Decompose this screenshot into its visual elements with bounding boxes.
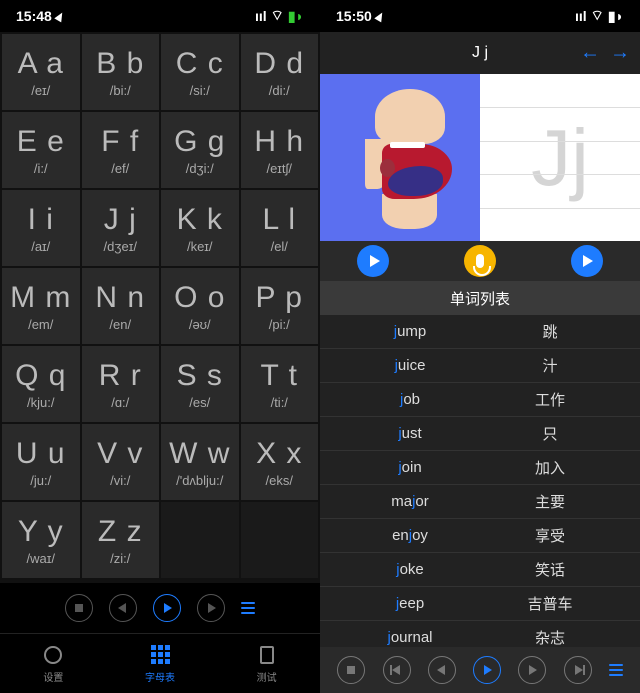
tab-bar: 设置 字母表 测试 bbox=[0, 633, 320, 693]
bottom-player bbox=[320, 647, 640, 693]
alphabet-screen: 15:48 ııl ⌔ ▮◗ A a/eɪ/B b/bi:/C c/si:/D … bbox=[0, 0, 320, 693]
letter-cell-w[interactable]: W w/'dʌblju:/ bbox=[161, 424, 239, 500]
letter-cell-n[interactable]: N n/en/ bbox=[82, 268, 160, 344]
letter-cell-l[interactable]: L l/el/ bbox=[241, 190, 319, 266]
letter-cell-c[interactable]: C c/si:/ bbox=[161, 34, 239, 110]
word-row[interactable]: jump跳 bbox=[320, 315, 640, 349]
letter-cell-u[interactable]: U u/ju:/ bbox=[2, 424, 80, 500]
status-icons: ııl ⌔ ▮◗ bbox=[575, 7, 624, 25]
player-bar bbox=[0, 583, 320, 633]
letter-cell-y[interactable]: Y y/waɪ/ bbox=[2, 502, 80, 578]
word-row[interactable]: job工作 bbox=[320, 383, 640, 417]
header: J j ← → bbox=[320, 32, 640, 74]
prev-letter-button[interactable]: ← bbox=[580, 42, 600, 65]
tab-label: 设置 bbox=[43, 669, 63, 684]
clipboard-icon bbox=[260, 646, 274, 664]
letter-cell-v[interactable]: V v/vi:/ bbox=[82, 424, 160, 500]
letter-cell-e[interactable]: E e/i:/ bbox=[2, 112, 80, 188]
letter-cell-s[interactable]: S s/es/ bbox=[161, 346, 239, 422]
status-icons: ııl ⌔ ▮◗ bbox=[255, 7, 304, 25]
playlist-button[interactable] bbox=[609, 664, 623, 676]
letter-cell-j[interactable]: J j/dʒeɪ/ bbox=[82, 190, 160, 266]
next-letter-button[interactable]: → bbox=[610, 42, 630, 65]
letter-cell-a[interactable]: A a/eɪ/ bbox=[2, 34, 80, 110]
letter-cell-p[interactable]: P p/pi:/ bbox=[241, 268, 319, 344]
stop-button[interactable] bbox=[65, 594, 93, 622]
battery-icon: ▮◗ bbox=[288, 8, 304, 25]
grid-icon bbox=[151, 645, 170, 664]
letter-detail-screen: 15:50 ııl ⌔ ▮◗ J j ← → Jj 单词列表 jump跳juic… bbox=[320, 0, 640, 693]
mic-icon bbox=[476, 254, 484, 268]
letter-cell-r[interactable]: R r/ɑ:/ bbox=[82, 346, 160, 422]
tab-alphabet[interactable]: 字母表 bbox=[107, 634, 214, 693]
signal-icon: ııl bbox=[575, 8, 587, 24]
letter-cell-i[interactable]: I i/aɪ/ bbox=[2, 190, 80, 266]
prev-button[interactable] bbox=[109, 594, 137, 622]
wifi-icon: ⌔ bbox=[271, 7, 284, 25]
clock: 15:48 bbox=[16, 8, 52, 24]
word-row[interactable]: enjoy享受 bbox=[320, 519, 640, 553]
first-button[interactable] bbox=[383, 656, 411, 684]
word-row[interactable]: juice汁 bbox=[320, 349, 640, 383]
tab-label: 测试 bbox=[257, 669, 277, 684]
tab-settings[interactable]: 设置 bbox=[0, 634, 107, 693]
gear-icon bbox=[44, 646, 62, 664]
next-button[interactable] bbox=[197, 594, 225, 622]
tab-label: 字母表 bbox=[145, 669, 175, 684]
play-button[interactable] bbox=[153, 594, 181, 622]
letter-cell-g[interactable]: G g/dʒi:/ bbox=[161, 112, 239, 188]
tab-test[interactable]: 测试 bbox=[213, 634, 320, 693]
location-icon bbox=[54, 10, 65, 22]
audio-bar bbox=[320, 241, 640, 281]
prev-button[interactable] bbox=[428, 656, 456, 684]
letter-cell-k[interactable]: K k/keɪ/ bbox=[161, 190, 239, 266]
play-diagram-button[interactable] bbox=[357, 245, 389, 277]
alphabet-grid: A a/eɪ/B b/bi:/C c/si:/D d/di:/ E e/i:/F … bbox=[0, 32, 320, 583]
header-title: J j bbox=[472, 44, 488, 62]
word-list-header: 单词列表 bbox=[320, 281, 640, 315]
play-button[interactable] bbox=[473, 656, 501, 684]
letter-cell-t[interactable]: T t/ti:/ bbox=[241, 346, 319, 422]
last-button[interactable] bbox=[564, 656, 592, 684]
letter-cell-b[interactable]: B b/bi:/ bbox=[82, 34, 160, 110]
word-row[interactable]: jeep吉普车 bbox=[320, 587, 640, 621]
media-row: Jj bbox=[320, 74, 640, 241]
word-row[interactable]: just只 bbox=[320, 417, 640, 451]
status-bar: 15:48 ııl ⌔ ▮◗ bbox=[0, 0, 320, 32]
word-row[interactable]: joke笑话 bbox=[320, 553, 640, 587]
letter-cell-z[interactable]: Z z/zi:/ bbox=[82, 502, 160, 578]
stop-button[interactable] bbox=[337, 656, 365, 684]
word-row[interactable]: join加入 bbox=[320, 451, 640, 485]
record-button[interactable] bbox=[464, 245, 496, 277]
mouth-diagram[interactable] bbox=[320, 74, 480, 241]
play-letter-button[interactable] bbox=[571, 245, 603, 277]
playlist-button[interactable] bbox=[241, 602, 255, 614]
letter-cell-h[interactable]: H h/eɪtʃ/ bbox=[241, 112, 319, 188]
big-letter: Jj bbox=[531, 112, 589, 204]
status-bar: 15:50 ııl ⌔ ▮◗ bbox=[320, 0, 640, 32]
clock: 15:50 bbox=[336, 8, 372, 24]
letter-cell-m[interactable]: M m/em/ bbox=[2, 268, 80, 344]
letter-cell-x[interactable]: X x/eks/ bbox=[241, 424, 319, 500]
location-icon bbox=[374, 10, 385, 22]
signal-icon: ııl bbox=[255, 8, 267, 24]
letter-cell-o[interactable]: O o/əʊ/ bbox=[161, 268, 239, 344]
word-list[interactable]: jump跳juice汁job工作just只join加入major主要enjoy享… bbox=[320, 315, 640, 647]
wifi-icon: ⌔ bbox=[591, 7, 604, 25]
battery-icon: ▮◗ bbox=[608, 8, 624, 25]
letter-cell-d[interactable]: D d/di:/ bbox=[241, 34, 319, 110]
letter-tracing[interactable]: Jj bbox=[480, 74, 640, 241]
letter-cell-q[interactable]: Q q/kju:/ bbox=[2, 346, 80, 422]
letter-cell-f[interactable]: F f/ef/ bbox=[82, 112, 160, 188]
word-row[interactable]: major主要 bbox=[320, 485, 640, 519]
next-button[interactable] bbox=[518, 656, 546, 684]
word-row[interactable]: journal杂志 bbox=[320, 621, 640, 647]
